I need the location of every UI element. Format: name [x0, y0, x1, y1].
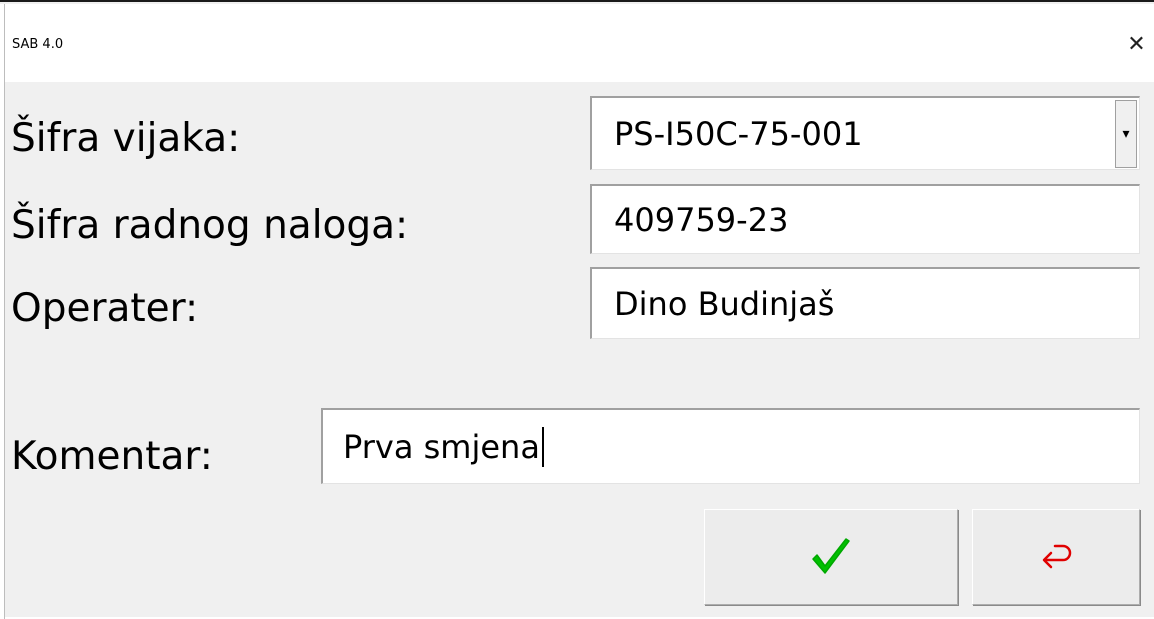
dialog-window: SAB 4.0 ✕ Šifra vijaka: PS-I50C-75-001 ▾…: [0, 0, 1154, 619]
operator-label: Operater:: [11, 286, 199, 331]
operator-field[interactable]: Dino Budinjaš: [590, 267, 1140, 339]
comment-value: Prva smjena: [343, 427, 540, 466]
work-order-field[interactable]: 409759-23: [590, 184, 1140, 254]
screw-code-label: Šifra vijaka:: [11, 116, 241, 161]
close-icon: ✕: [1127, 31, 1146, 57]
comment-field[interactable]: Prva smjena: [321, 408, 1140, 484]
window-title: SAB 4.0: [12, 37, 64, 52]
dropdown-button[interactable]: ▾: [1115, 100, 1137, 168]
checkmark-icon: [812, 538, 850, 574]
screw-code-value: PS-I50C-75-001: [614, 114, 863, 153]
back-button[interactable]: [972, 509, 1140, 605]
comment-label: Komentar:: [11, 434, 213, 479]
operator-value: Dino Budinjaš: [614, 284, 835, 323]
work-order-label: Šifra radnog naloga:: [11, 203, 409, 248]
window-left-edge: [0, 4, 5, 619]
return-arrow-icon: [1042, 544, 1072, 569]
text-cursor: [541, 426, 544, 467]
close-button[interactable]: ✕: [1119, 26, 1154, 62]
title-bar[interactable]: SAB 4.0 ✕: [5, 4, 1154, 82]
chevron-down-icon: ▾: [1122, 126, 1130, 142]
confirm-button[interactable]: [704, 509, 958, 605]
work-order-value: 409759-23: [614, 200, 789, 239]
screw-code-dropdown[interactable]: PS-I50C-75-001 ▾: [590, 96, 1140, 170]
